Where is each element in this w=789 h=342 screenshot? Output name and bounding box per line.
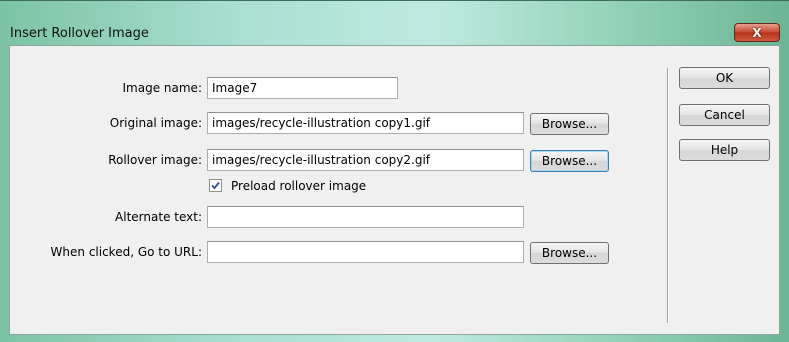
alternate-text-input[interactable]: [207, 206, 524, 228]
preload-checkbox[interactable]: [209, 179, 222, 192]
close-button[interactable]: X: [734, 23, 780, 42]
goto-url-input[interactable]: [207, 241, 524, 263]
goto-url-label: When clicked, Go to URL:: [50, 245, 202, 259]
ok-button[interactable]: OK: [679, 67, 770, 89]
alternate-text-label: Alternate text:: [115, 210, 202, 224]
window-title: Insert Rollover Image: [10, 26, 149, 41]
close-icon: X: [752, 25, 762, 40]
preload-label: Preload rollover image: [231, 179, 367, 193]
cancel-button[interactable]: Cancel: [679, 104, 770, 126]
rollover-image-browse-button[interactable]: Browse...: [530, 150, 609, 172]
checkmark-icon: [211, 181, 220, 190]
original-image-input[interactable]: images/recycle-illustration copy1.gif: [207, 112, 524, 134]
rollover-image-input[interactable]: images/recycle-illustration copy2.gif: [207, 149, 524, 171]
original-image-browse-button[interactable]: Browse...: [530, 113, 609, 135]
goto-url-browse-button[interactable]: Browse...: [530, 242, 609, 264]
title-bar[interactable]: Insert Rollover Image X: [0, 1, 789, 43]
vertical-divider: [667, 68, 669, 323]
help-button[interactable]: Help: [679, 139, 770, 161]
rollover-image-label: Rollover image:: [108, 153, 202, 167]
dialog-content: Image name: Image7 Original image: image…: [9, 45, 780, 335]
image-name-label: Image name:: [122, 81, 202, 95]
original-image-label: Original image:: [109, 116, 202, 130]
dialog-window: Insert Rollover Image X Image name: Imag…: [0, 0, 789, 342]
image-name-input[interactable]: Image7: [207, 77, 398, 99]
